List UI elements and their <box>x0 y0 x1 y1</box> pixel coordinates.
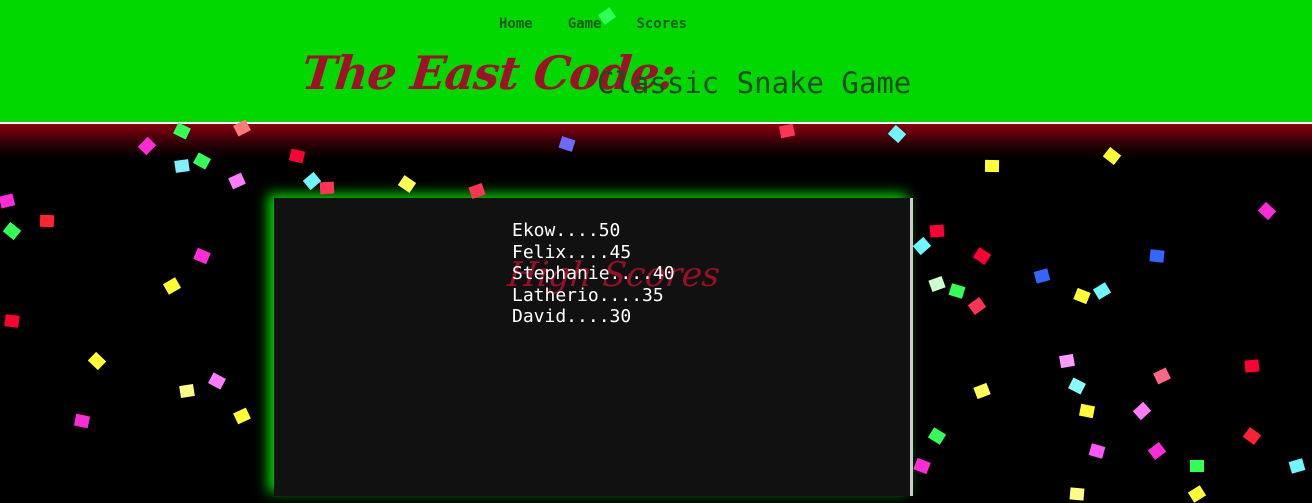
nav-game-link[interactable]: Game <box>568 16 602 32</box>
confetti-piece <box>973 382 991 400</box>
confetti-piece <box>1190 460 1204 472</box>
confetti-piece <box>1073 287 1091 305</box>
confetti-piece <box>1132 401 1152 421</box>
confetti-piece <box>1033 268 1051 284</box>
confetti-piece <box>0 193 16 209</box>
confetti-piece <box>179 383 195 399</box>
confetti-piece <box>928 275 946 293</box>
confetti-piece <box>1147 441 1167 461</box>
confetti-piece <box>1059 353 1075 369</box>
confetti-piece <box>929 224 945 238</box>
confetti-piece <box>1244 359 1260 373</box>
confetti-piece <box>927 427 947 445</box>
page-subtitle: Classic Snake Game <box>597 66 912 100</box>
confetti-piece <box>39 214 55 228</box>
confetti-piece <box>2 221 22 241</box>
confetti-piece <box>984 159 1000 173</box>
confetti-piece <box>1242 426 1262 446</box>
confetti-piece <box>228 172 246 190</box>
confetti-piece <box>1288 458 1306 474</box>
confetti-piece <box>1257 201 1277 221</box>
confetti-piece <box>87 351 107 371</box>
confetti-piece <box>208 372 226 390</box>
confetti-piece <box>972 247 992 265</box>
confetti-piece <box>288 148 306 164</box>
confetti-piece <box>1149 249 1165 263</box>
confetti-piece <box>1153 367 1171 385</box>
confetti-piece <box>967 297 987 315</box>
confetti-piece <box>397 175 417 193</box>
confetti-piece <box>1069 487 1085 501</box>
confetti-piece <box>73 413 91 429</box>
confetti-piece <box>948 283 966 299</box>
confetti-piece <box>162 277 182 295</box>
confetti-piece <box>1068 377 1086 395</box>
confetti-piece <box>193 247 211 265</box>
confetti-piece <box>319 181 335 195</box>
score-entry: Felix....45 <box>512 241 632 263</box>
nav-home-link[interactable]: Home <box>499 16 533 32</box>
site-header: Home Game Scores The East Code: Classic … <box>0 0 1312 122</box>
score-entry: David....30 <box>512 306 632 327</box>
confetti-piece <box>913 457 931 475</box>
confetti-piece <box>468 183 486 199</box>
score-entry: Ekow....50 <box>512 220 621 241</box>
confetti-piece <box>233 407 251 425</box>
confetti-piece <box>1078 403 1096 419</box>
confetti-piece <box>1092 282 1112 300</box>
scores-list: Ekow....50 Felix....45 Stephanie....40 L… <box>512 220 675 328</box>
score-entry: Latherio....35 <box>512 284 664 306</box>
confetti-piece <box>174 159 190 173</box>
confetti-piece <box>1187 485 1207 503</box>
confetti-piece <box>1088 443 1106 459</box>
nav-scores-link[interactable]: Scores <box>636 16 687 32</box>
confetti-piece <box>302 171 322 191</box>
score-entry: Stephanie....40 <box>512 263 675 284</box>
confetti-piece <box>4 314 20 328</box>
confetti-piece <box>912 236 932 256</box>
